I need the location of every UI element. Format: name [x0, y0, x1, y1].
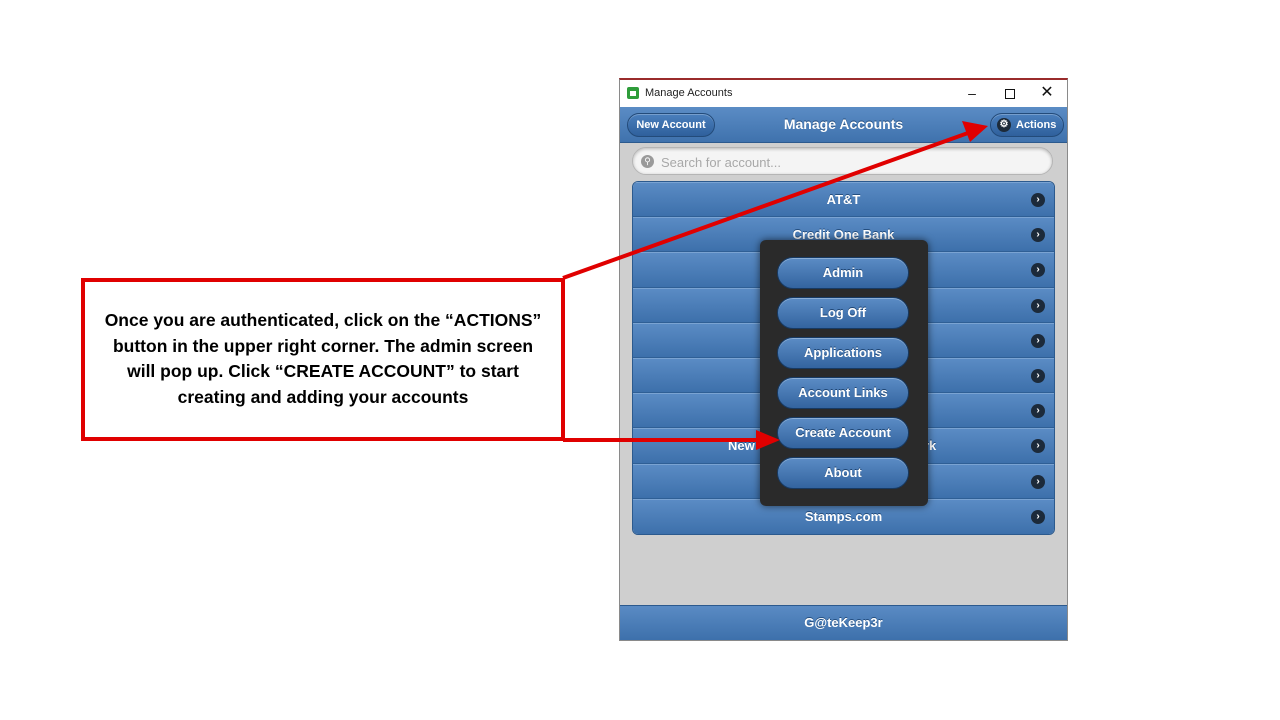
list-item-label-partial-left: New: [728, 438, 755, 454]
chevron-right-icon: ›: [1031, 439, 1045, 454]
search-input[interactable]: [659, 151, 1043, 173]
title-bar: Manage Accounts – ✕: [620, 80, 1067, 107]
maximize-button[interactable]: [992, 82, 1028, 104]
create-account-button[interactable]: Create Account: [777, 417, 909, 449]
admin-button[interactable]: Admin: [777, 257, 909, 289]
app-home-icon: [627, 87, 639, 99]
callout-line: Once you are authenticated, click on the…: [104, 310, 542, 330]
chevron-right-icon: ›: [1031, 404, 1045, 419]
chevron-right-icon: ›: [1031, 333, 1045, 348]
chevron-right-icon: ›: [1031, 263, 1045, 278]
list-item[interactable]: AT&T ›: [633, 182, 1054, 218]
close-button[interactable]: ✕: [1029, 82, 1065, 104]
search-bar: ⚲: [632, 147, 1053, 175]
maximize-icon: [1005, 89, 1015, 100]
actions-popup-menu: Admin Log Off Applications Account Links…: [760, 240, 928, 506]
actions-button[interactable]: ⚙ Actions: [990, 113, 1064, 137]
gear-icon: ⚙: [997, 118, 1011, 132]
list-item-label: AT&T: [826, 192, 861, 207]
footer-bar: G@teKeep3r: [620, 605, 1067, 640]
minimize-button[interactable]: –: [954, 82, 990, 104]
instruction-callout: Once you are authenticated, click on the…: [81, 278, 565, 441]
chevron-right-icon: ›: [1031, 228, 1045, 243]
about-button[interactable]: About: [777, 457, 909, 489]
callout-line: button in the upper right corner. The ad…: [112, 335, 534, 356]
applications-button[interactable]: Applications: [777, 337, 909, 369]
account-links-button[interactable]: Account Links: [777, 377, 909, 409]
window-title: Manage Accounts: [645, 87, 733, 99]
chevron-right-icon: ›: [1031, 474, 1045, 489]
log-off-button[interactable]: Log Off: [777, 297, 909, 329]
chevron-right-icon: ›: [1031, 193, 1045, 207]
callout-line: will pop up. Click “CREATE ACCOUNT” to s…: [127, 361, 519, 381]
list-item-label: Stamps.com: [804, 508, 883, 524]
chevron-right-icon: ›: [1031, 298, 1045, 313]
actions-label: Actions: [1016, 119, 1057, 131]
callout-text: Once you are authenticated, click on the…: [85, 308, 561, 410]
chevron-right-icon: ›: [1031, 368, 1045, 383]
chevron-right-icon: ›: [1031, 509, 1045, 524]
callout-line: creating and adding your accounts: [177, 386, 469, 407]
app-header: New Account Manage Accounts ⚙ Actions: [620, 107, 1067, 143]
search-icon: ⚲: [641, 155, 654, 168]
